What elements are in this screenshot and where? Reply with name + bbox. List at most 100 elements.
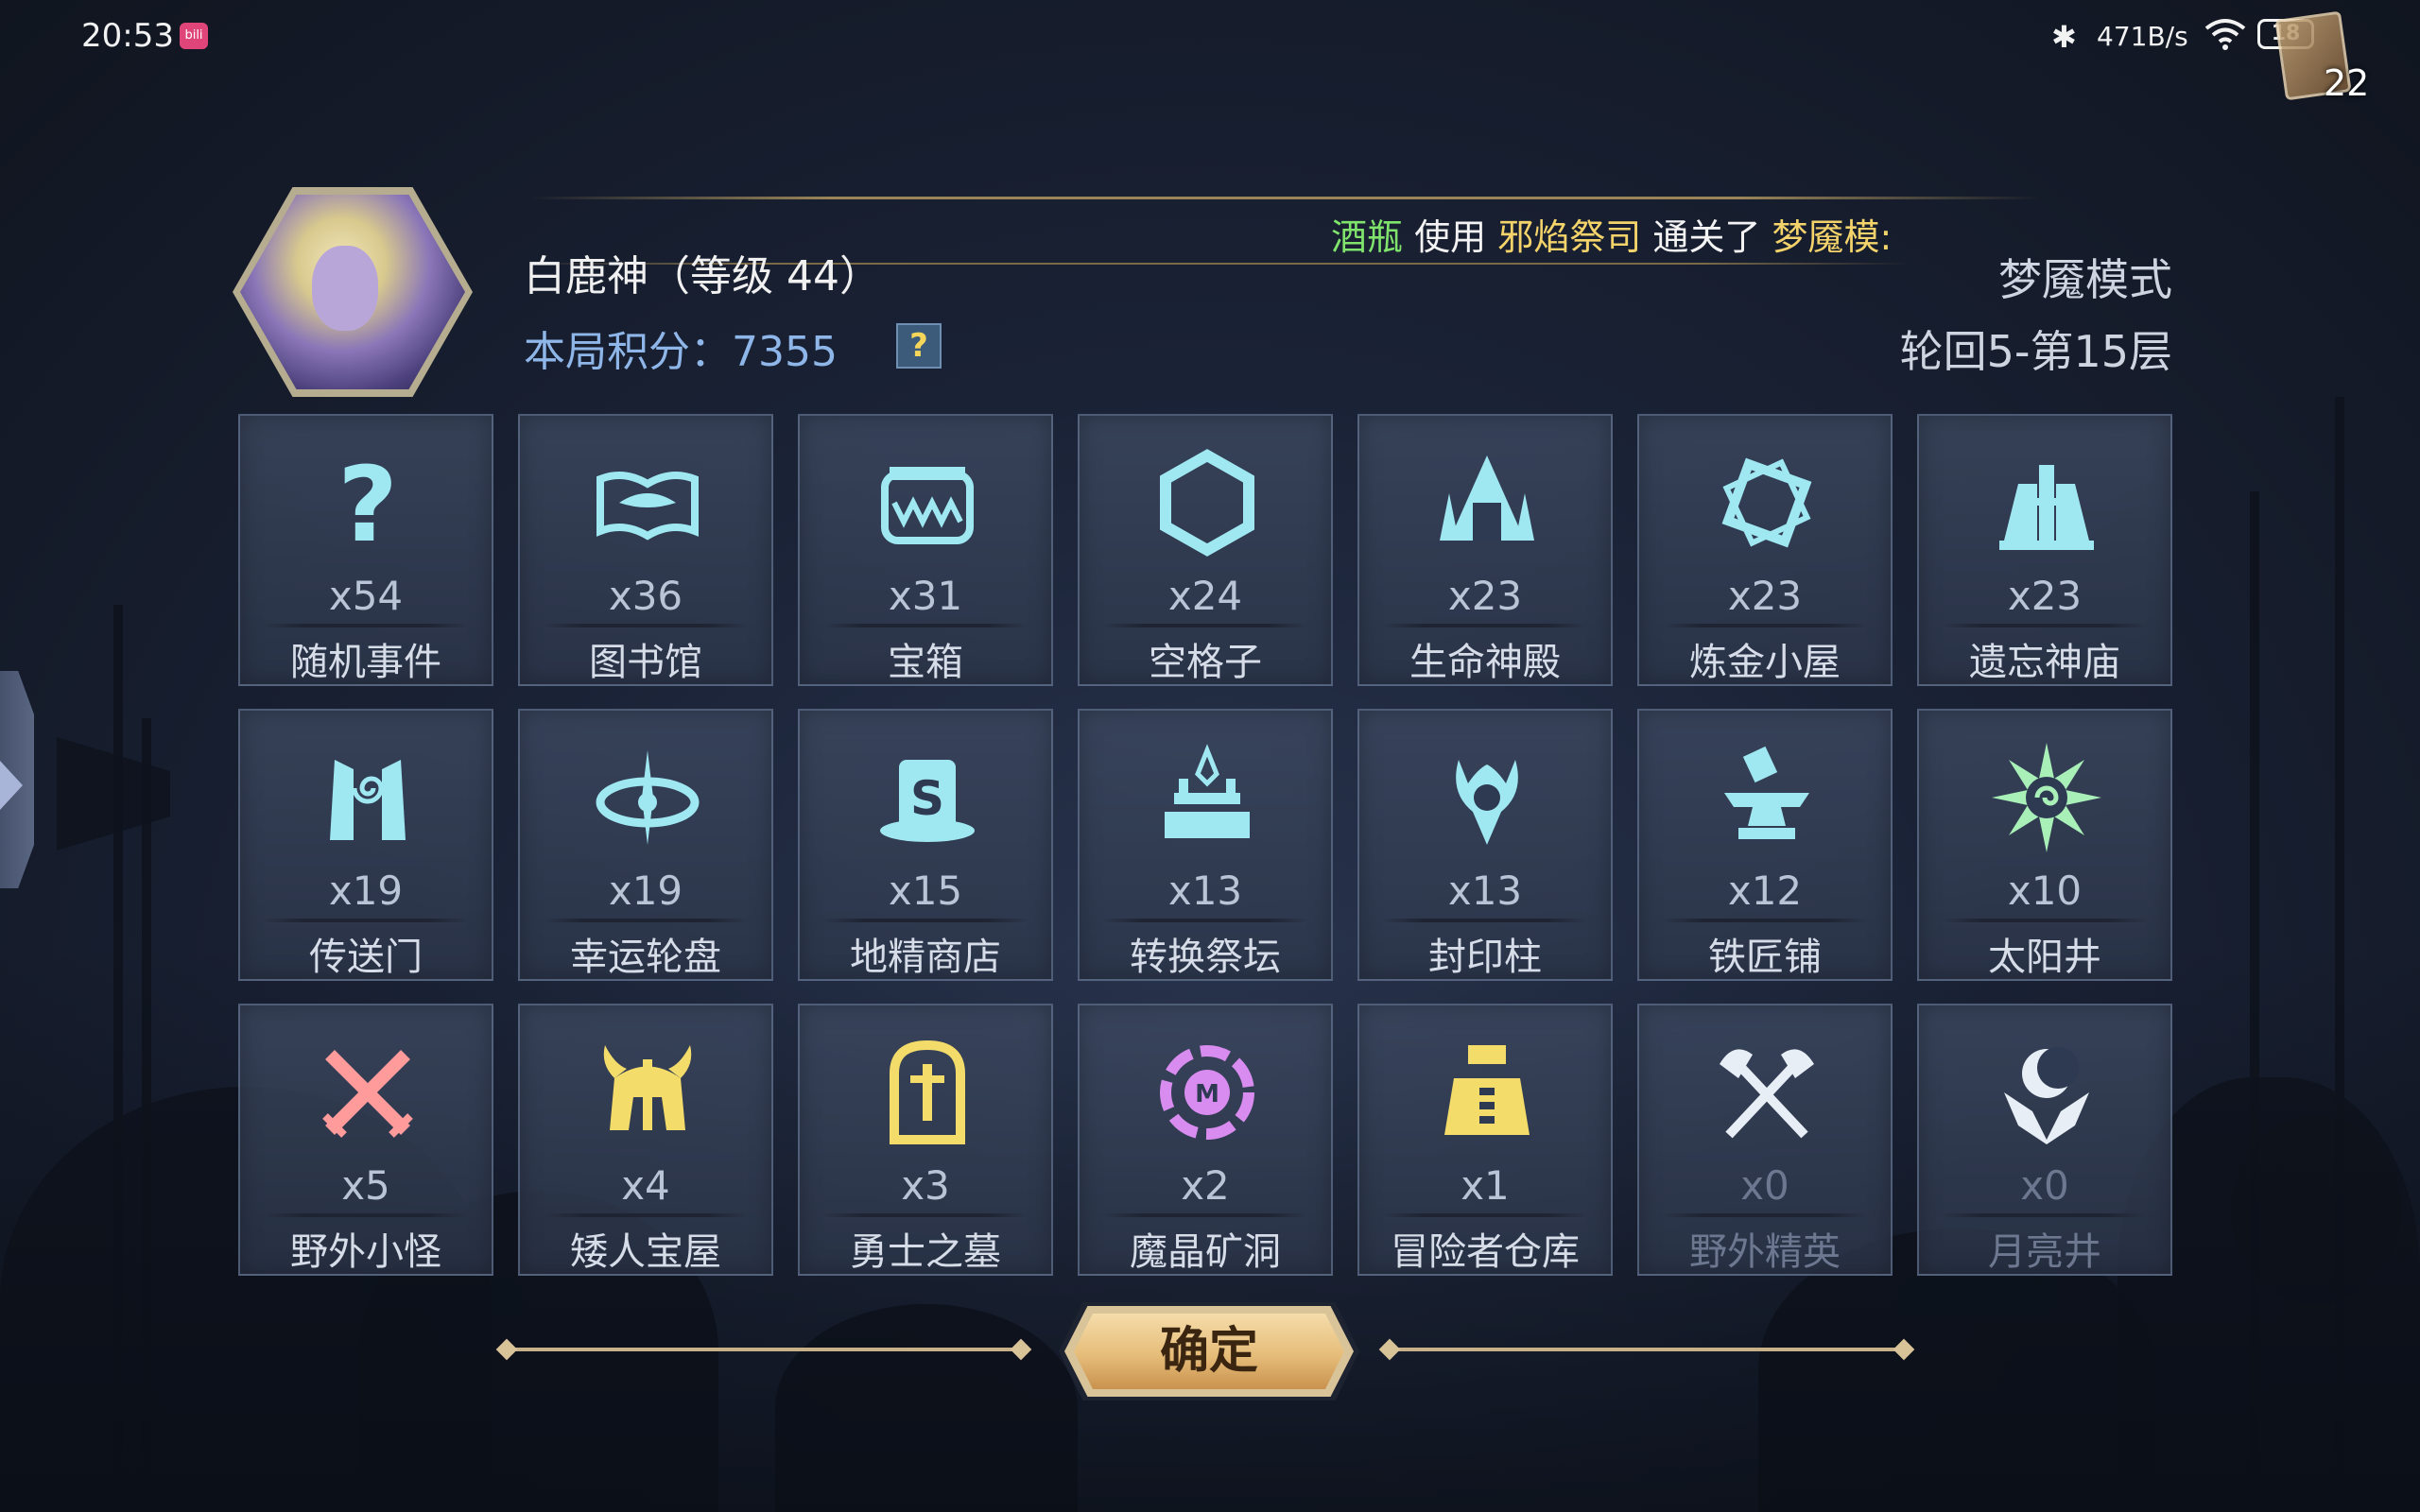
- shrine-icon: [1990, 446, 2103, 559]
- tile-label: 幸运轮盘: [570, 936, 721, 979]
- temple-icon: [1430, 446, 1544, 559]
- moon-well-icon: [1990, 1036, 2103, 1149]
- tile-label: 魔晶矿洞: [1130, 1230, 1281, 1274]
- tile-label: 宝箱: [888, 641, 963, 684]
- encounter-tile[interactable]: x0 野外精英: [1637, 1004, 1893, 1276]
- encounter-tile[interactable]: x0 月亮井: [1917, 1004, 2172, 1276]
- encounter-tile[interactable]: x4 矮人宝屋: [518, 1004, 773, 1276]
- ticker-mode: 梦魇模:: [1772, 216, 1893, 258]
- encounter-tile[interactable]: x23 炼金小屋: [1637, 414, 1893, 686]
- network-speed: 471B/s: [2097, 21, 2188, 52]
- tile-count: x54: [328, 573, 404, 619]
- anvil-icon: [1710, 741, 1824, 854]
- ticker-word-use: 使用: [1414, 216, 1487, 258]
- tile-count: x3: [901, 1162, 950, 1209]
- tile-count: x23: [1447, 573, 1523, 619]
- tile-label: 铁匠铺: [1708, 936, 1822, 979]
- card-count: 22: [2324, 62, 2370, 104]
- encounter-tile[interactable]: x13 转换祭坛: [1078, 709, 1333, 981]
- player-name: 白鹿神（等级 44）: [524, 252, 881, 301]
- encounter-tile[interactable]: x19 幸运轮盘: [518, 709, 773, 981]
- encounter-tile[interactable]: x36 图书馆: [518, 414, 773, 686]
- encounter-tile[interactable]: Sx15 地精商店: [798, 709, 1053, 981]
- tile-label: 野外精英: [1689, 1230, 1841, 1274]
- tile-divider: [1382, 1213, 1588, 1217]
- encounter-tile[interactable]: x1 冒险者仓库: [1357, 1004, 1613, 1276]
- encounter-tile[interactable]: x13 封印柱: [1357, 709, 1613, 981]
- tile-count: x0: [1740, 1162, 1789, 1209]
- ticker-hero: 邪焰祭司: [1497, 216, 1642, 258]
- tile-count: x23: [2007, 573, 2083, 619]
- crystal-mine-icon: M: [1150, 1036, 1264, 1149]
- tile-divider: [822, 624, 1028, 627]
- encounter-tile[interactable]: ? x54 随机事件: [238, 414, 493, 686]
- tile-label: 传送门: [309, 936, 423, 979]
- portal-icon: [311, 741, 424, 854]
- chevron-right-icon[interactable]: [0, 761, 23, 810]
- tile-count: x13: [1447, 868, 1523, 914]
- tile-label: 空格子: [1149, 641, 1262, 684]
- tile-divider: [263, 624, 469, 627]
- tile-divider: [1662, 624, 1868, 627]
- tile-label: 地精商店: [850, 936, 1001, 979]
- wheel-icon: [591, 741, 704, 854]
- question-icon: ?: [311, 444, 424, 565]
- tile-count: x0: [2020, 1162, 2069, 1209]
- encounter-tile[interactable]: x23 生命神殿: [1357, 414, 1613, 686]
- tile-count: x10: [2007, 868, 2083, 914]
- encounter-tile[interactable]: x10 太阳井: [1917, 709, 2172, 981]
- tile-count: x5: [341, 1162, 390, 1209]
- dwarf-helmet-icon: [591, 1036, 704, 1149]
- tile-label: 封印柱: [1428, 936, 1542, 979]
- tile-count: x19: [608, 868, 683, 914]
- tile-count: x1: [1461, 1162, 1510, 1209]
- confirm-button[interactable]: 确定: [1074, 1314, 1344, 1389]
- tile-label: 冒险者仓库: [1391, 1230, 1580, 1274]
- tile-count: x4: [621, 1162, 670, 1209]
- tile-label: 炼金小屋: [1689, 641, 1841, 684]
- altar-icon: [1150, 741, 1264, 854]
- encounter-tile[interactable]: x19 传送门: [238, 709, 493, 981]
- tile-divider: [1102, 1213, 1308, 1217]
- tile-count: x19: [328, 868, 404, 914]
- game-mode: 梦魇模式: [1998, 254, 2172, 305]
- wifi-icon: [2204, 19, 2246, 50]
- tile-label: 遗忘神庙: [1969, 641, 2120, 684]
- encounter-tile[interactable]: x12 铁匠铺: [1637, 709, 1893, 981]
- hexagon-icon: [1150, 446, 1264, 559]
- help-button[interactable]: ?: [896, 323, 942, 369]
- tile-count: x31: [888, 573, 963, 619]
- tile-divider: [1942, 1213, 2148, 1217]
- encounter-tile[interactable]: x31 宝箱: [798, 414, 1053, 686]
- tile-divider: [263, 919, 469, 922]
- encounter-tile[interactable]: x24 空格子: [1078, 414, 1333, 686]
- tile-divider: [263, 1213, 469, 1217]
- tile-count: x24: [1167, 573, 1243, 619]
- svg-text:M: M: [1195, 1080, 1219, 1108]
- warehouse-icon: [1430, 1036, 1544, 1149]
- encounter-tile[interactable]: x3 勇士之墓: [798, 1004, 1053, 1276]
- sun-well-icon: [1990, 741, 2103, 854]
- bluetooth-icon: ✱: [2051, 19, 2077, 55]
- tile-label: 月亮井: [1988, 1230, 2101, 1274]
- tile-divider: [543, 919, 749, 922]
- encounter-tile[interactable]: x23 遗忘神庙: [1917, 414, 2172, 686]
- tile-count: x2: [1181, 1162, 1230, 1209]
- tile-divider: [822, 1213, 1028, 1217]
- tomb-icon: [871, 1036, 984, 1149]
- clock: 20:53: [81, 17, 174, 55]
- seal-pillar-icon: [1430, 741, 1544, 854]
- tile-label: 随机事件: [290, 641, 441, 684]
- run-score: 本局积分：7355: [524, 328, 838, 376]
- encounter-tile[interactable]: Mx2 魔晶矿洞: [1078, 1004, 1333, 1276]
- svg-text:S: S: [910, 771, 944, 826]
- tile-divider: [543, 1213, 749, 1217]
- status-bar: 20:53 bili ✱ 471B/s 18 22: [0, 0, 2420, 104]
- header-top-line: [529, 197, 2042, 199]
- tile-divider: [1102, 919, 1308, 922]
- tile-label: 转换祭坛: [1130, 936, 1281, 979]
- ticker-player: 酒瓶: [1331, 216, 1404, 258]
- tile-count: x13: [1167, 868, 1243, 914]
- encounter-tile[interactable]: x5 野外小怪: [238, 1004, 493, 1276]
- tile-divider: [1662, 1213, 1868, 1217]
